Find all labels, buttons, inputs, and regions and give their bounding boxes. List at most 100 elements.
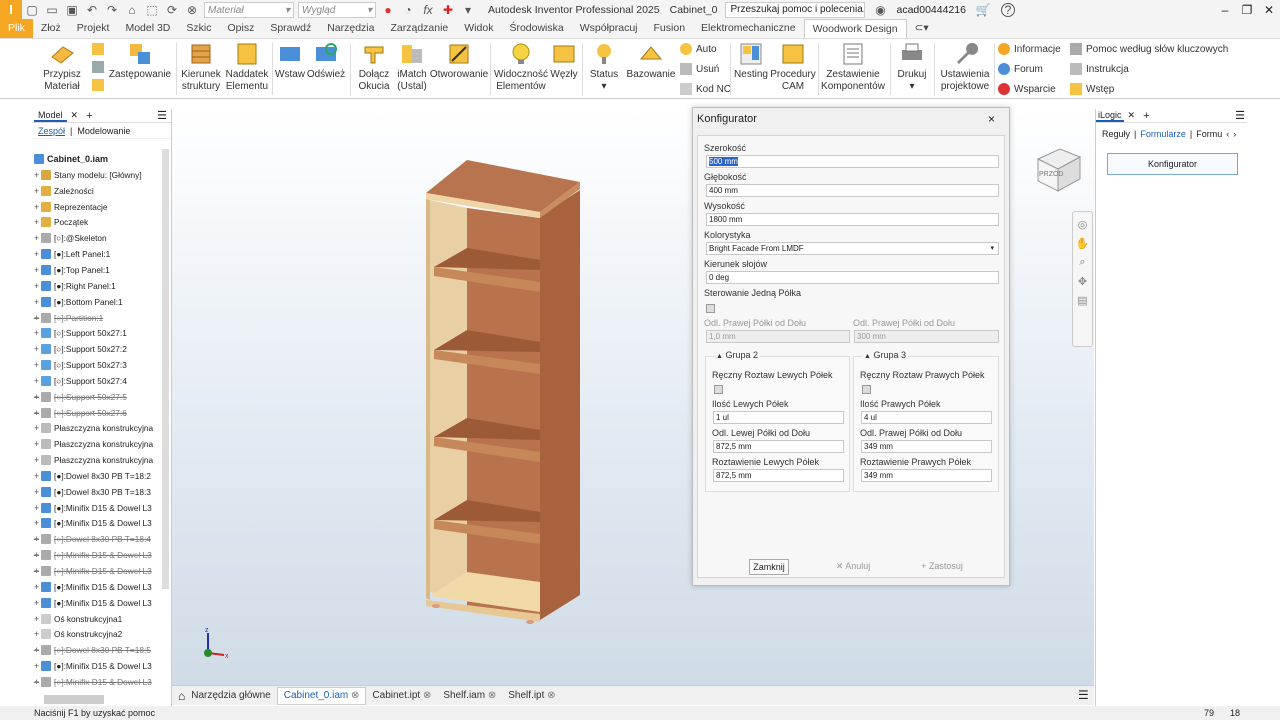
left-shelf-distance-field[interactable]: 872,5 mm <box>713 440 844 453</box>
tree-item[interactable]: + [●]:Minifix D15 & Dowel L3 <box>32 579 162 595</box>
expand-icon[interactable]: + <box>32 281 41 291</box>
information-button[interactable]: Informacje <box>998 43 1061 55</box>
expand-icon[interactable]: + <box>32 392 41 402</box>
tree-item[interactable]: + Reprezentacje <box>32 199 162 215</box>
tree-item[interactable]: + Oś konstrukcyjna2 <box>32 626 162 642</box>
expand-icon[interactable]: + <box>32 439 41 449</box>
expand-icon[interactable]: + <box>32 265 41 275</box>
minimize-icon[interactable]: – <box>1214 3 1236 17</box>
replace-button[interactable]: Zastępowanie <box>108 41 172 81</box>
expand-icon[interactable]: + <box>32 360 41 370</box>
plus-icon[interactable]: ✚ <box>439 1 457 19</box>
refresh-button[interactable]: Odśwież <box>306 41 346 81</box>
expand-icon[interactable]: + <box>32 186 41 196</box>
tree-item[interactable]: + [○]:Dowel 8x30 PB T=18:4 <box>32 531 162 547</box>
tree-item[interactable]: + [○]:Support 50x27:5 <box>32 389 162 405</box>
expand-icon[interactable]: + <box>32 566 41 576</box>
tab-opisz[interactable]: Opisz <box>220 19 263 38</box>
menu-icon[interactable]: ☰ <box>157 109 167 122</box>
left-shelf-count-field[interactable]: 1 ul <box>713 411 844 424</box>
material-combo[interactable]: Materiał ▾ <box>204 2 294 18</box>
small-tool-1[interactable] <box>92 43 108 55</box>
right-shelf-distance-field[interactable]: 349 mm <box>861 440 992 453</box>
keyword-help-button[interactable]: Pomoc według słów kluczowych <box>1070 43 1228 55</box>
group-3-header[interactable]: ▲ Grupa 3 <box>862 350 908 360</box>
fx-icon[interactable]: fx <box>419 1 437 19</box>
browser-tab-model[interactable]: Model <box>34 110 67 122</box>
single-shelf-checkbox[interactable] <box>706 304 715 313</box>
inventor-logo[interactable]: I <box>0 0 22 20</box>
component-list-button[interactable]: Zestawienie Komponentów <box>820 41 886 93</box>
tab-overflow-icon[interactable]: ⊂▾ <box>907 19 937 38</box>
steering-wheel-icon[interactable]: ◎ <box>1073 218 1092 231</box>
select-icon[interactable]: ⬚ <box>143 1 161 19</box>
tree-item[interactable]: + Oś konstrukcyjna1 <box>32 611 162 627</box>
subtab-modeling[interactable]: Modelowanie <box>77 126 130 136</box>
tree-item[interactable]: + Zależności <box>32 183 162 199</box>
expand-icon[interactable]: + <box>32 677 41 687</box>
tab-widok[interactable]: Widok <box>456 19 501 38</box>
expand-icon[interactable]: + <box>32 297 41 307</box>
expand-icon[interactable]: + <box>32 202 41 212</box>
close-icon[interactable]: ⊗ <box>420 690 431 701</box>
tree-item[interactable]: + [○]:Support 50x27:1 <box>32 325 162 341</box>
expand-icon[interactable]: + <box>32 614 41 624</box>
tab-elektromechaniczne[interactable]: Elektromechaniczne <box>693 19 804 38</box>
auto-button[interactable]: Auto <box>680 43 717 55</box>
tab-fusion[interactable]: Fusion <box>646 19 694 38</box>
tab-woodwork-design[interactable]: Woodwork Design <box>803 19 907 38</box>
viewcube-icon[interactable]: PRZÓD <box>1030 141 1090 201</box>
nesting-button[interactable]: Nesting <box>734 41 768 81</box>
expand-icon[interactable]: + <box>32 328 41 338</box>
color-icon[interactable]: ● <box>379 1 397 19</box>
tab-model-3d[interactable]: Model 3D <box>117 19 178 38</box>
nc-code-button[interactable]: Kod NC <box>680 83 731 95</box>
insert-button[interactable]: Wstaw <box>274 41 306 81</box>
depth-field[interactable]: 400 mm <box>706 184 999 197</box>
appearance-combo[interactable]: Wygląd ▾ <box>298 2 376 18</box>
close-icon[interactable]: ⊗ <box>348 690 359 701</box>
close-icon[interactable]: ✕ <box>71 110 79 121</box>
expand-icon[interactable]: + <box>32 582 41 592</box>
tab-środowiska[interactable]: Środowiska <box>501 19 571 38</box>
tree-root[interactable]: Cabinet_0.iam <box>34 151 108 167</box>
right-shelf-spacing-field[interactable]: 349 mm <box>861 469 992 482</box>
chevron-left-icon[interactable]: ‹ <box>1226 129 1229 139</box>
tab-narzędzia[interactable]: Narzędzia <box>319 19 382 38</box>
expand-icon[interactable]: + <box>32 598 41 608</box>
document-tab[interactable]: Shelf.iam ⊗ <box>437 690 502 701</box>
tree-item[interactable]: + Płaszczyzna konstrukcyjna <box>32 436 162 452</box>
print-button[interactable]: Drukuj ▾ <box>894 41 930 93</box>
menu-icon[interactable]: ☰ <box>1235 109 1245 122</box>
undo-icon[interactable]: ↶ <box>83 1 101 19</box>
pan-icon[interactable]: ✋ <box>1073 237 1092 250</box>
height-field[interactable]: 1800 mm <box>706 213 999 226</box>
expand-icon[interactable]: + <box>32 170 41 180</box>
small-tool-2[interactable] <box>92 61 108 73</box>
close-button[interactable]: Zamknij <box>749 559 789 575</box>
tree-item[interactable]: + [●]:Dowel 8x30 PB T=18:2 <box>32 468 162 484</box>
vertical-scrollbar[interactable] <box>162 149 169 589</box>
tab-złoż[interactable]: Złoż <box>33 19 69 38</box>
tree-item[interactable]: + [○]:Partition:1 <box>32 310 162 326</box>
tree-item[interactable]: + [○]:Support 50x27:3 <box>32 357 162 373</box>
restore-icon[interactable]: ❐ <box>1236 3 1258 17</box>
tree-item[interactable]: + [●]:Minifix D15 & Dowel L3 <box>32 595 162 611</box>
tree-item[interactable]: + Płaszczyzna konstrukcyjna <box>32 452 162 468</box>
expand-icon[interactable]: + <box>32 518 41 528</box>
tab-forms[interactable]: Formularze <box>1140 129 1186 139</box>
tree-item[interactable]: + [●]:Minifix D15 & Dowel L3 <box>32 516 162 532</box>
close-icon[interactable]: × <box>988 112 995 126</box>
configurator-button[interactable]: Konfigurator <box>1107 153 1238 175</box>
help-icon[interactable]: ? <box>1000 3 1015 17</box>
user-name[interactable]: acad00444216 <box>896 4 966 16</box>
intro-button[interactable]: Wstęp <box>1070 83 1114 95</box>
zoom-icon[interactable]: ⌕ <box>1073 256 1092 269</box>
chevron-right-icon[interactable]: › <box>1233 129 1236 139</box>
expand-icon[interactable]: + <box>32 376 41 386</box>
look-at-icon[interactable]: ▤ <box>1073 294 1092 307</box>
menu-icon[interactable]: ☰ <box>1078 688 1089 702</box>
orbit-icon[interactable]: ✥ <box>1073 275 1092 288</box>
grain-direction-button[interactable]: Kierunek struktury <box>180 41 222 93</box>
nodes-button[interactable]: Węzły <box>550 41 578 81</box>
